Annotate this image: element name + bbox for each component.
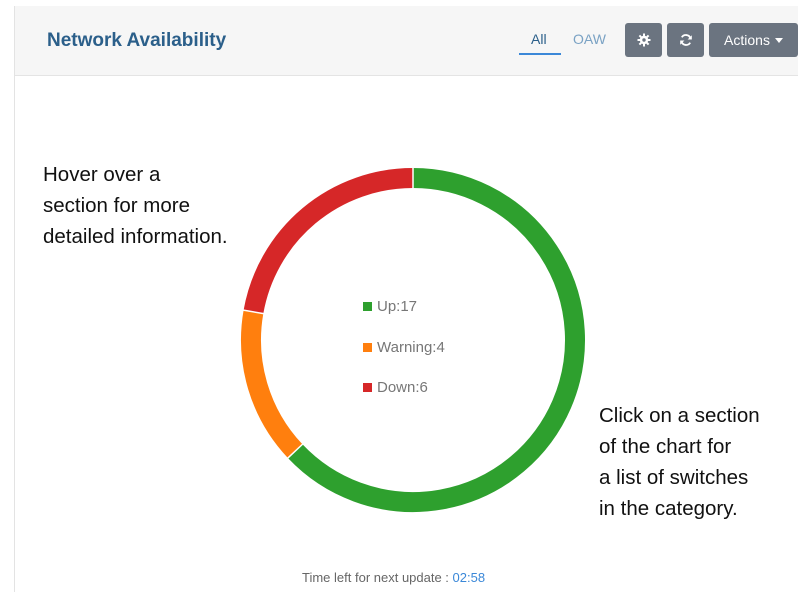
legend-label-warning: Warning:4	[377, 339, 445, 356]
donut-slice-down[interactable]	[243, 168, 414, 314]
legend-item-warning: Warning:4	[363, 339, 445, 356]
donut-slice-warning[interactable]	[241, 310, 303, 459]
update-countdown: Time left for next update : 02:58	[302, 570, 485, 585]
network-availability-panel: Network Availability All OAW Actions Hov…	[14, 6, 798, 592]
update-countdown-label: Time left for next update :	[302, 570, 453, 585]
legend-swatch-up	[363, 302, 372, 311]
legend-label-up: Up:17	[377, 298, 418, 315]
legend-label-down: Down:6	[377, 379, 428, 396]
legend-item-up: Up:17	[363, 298, 417, 315]
update-countdown-timer: 02:58	[452, 570, 486, 585]
legend-swatch-down	[363, 383, 372, 392]
legend-item-down: Down:6	[363, 379, 428, 396]
legend-swatch-warning	[363, 343, 372, 352]
